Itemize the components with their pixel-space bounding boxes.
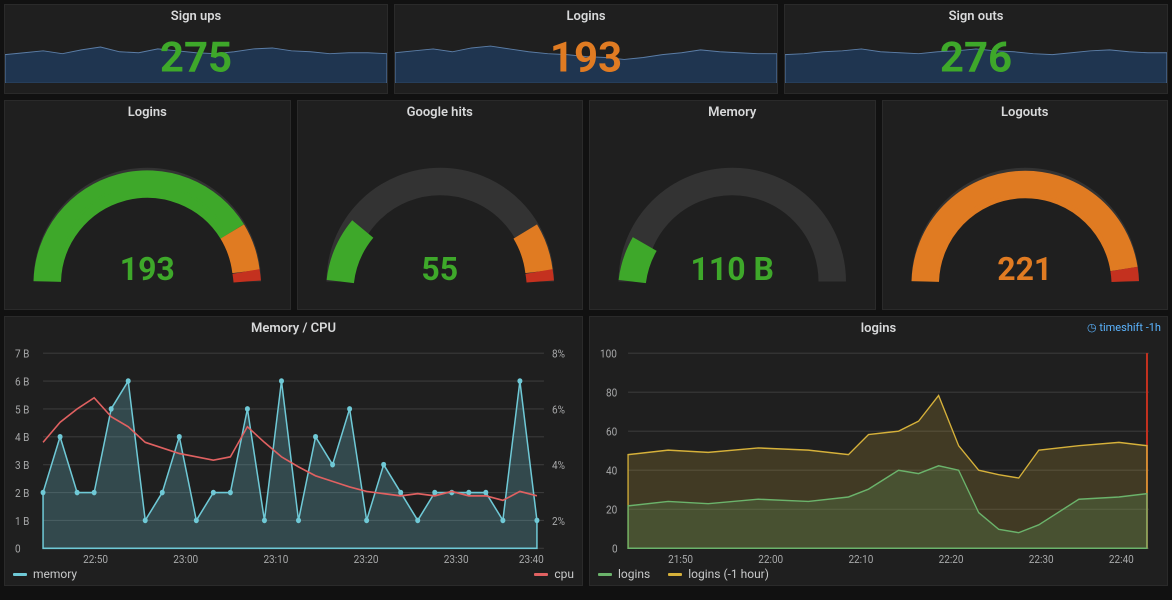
memory-cpu-chart[interactable]: Memory / CPU 7 B 6 B 5 B 4 B 3 B bbox=[4, 316, 583, 586]
stat-value: 276 bbox=[940, 33, 1012, 82]
svg-text:2 B: 2 B bbox=[15, 486, 29, 500]
svg-text:60: 60 bbox=[606, 425, 617, 439]
gauge-memory[interactable]: Memory 110 B bbox=[589, 100, 876, 310]
svg-text:5 B: 5 B bbox=[15, 403, 29, 417]
svg-text:23:00: 23:00 bbox=[173, 552, 198, 565]
svg-text:3 B: 3 B bbox=[15, 459, 29, 473]
legend-swatch bbox=[534, 573, 548, 576]
gauge-value: 110 B bbox=[691, 250, 774, 288]
svg-text:22:30: 22:30 bbox=[1029, 552, 1054, 565]
svg-text:2%: 2% bbox=[552, 514, 565, 528]
gauge-value: 55 bbox=[421, 250, 458, 288]
svg-text:80: 80 bbox=[606, 386, 617, 400]
legend-label: logins (-1 hour) bbox=[688, 567, 769, 581]
logins-chart[interactable]: logins ◷ timeshift -1h 100 80 60 40 20 bbox=[589, 316, 1168, 586]
svg-text:22:00: 22:00 bbox=[758, 552, 783, 565]
svg-text:100: 100 bbox=[600, 347, 617, 361]
svg-text:40: 40 bbox=[606, 464, 617, 478]
svg-text:4%: 4% bbox=[552, 459, 565, 473]
legend-label: cpu bbox=[554, 567, 574, 581]
panel-title: Logouts bbox=[883, 101, 1168, 122]
panel-title: Logins bbox=[5, 101, 290, 122]
panel-title: Memory / CPU bbox=[5, 317, 582, 338]
stat-signouts[interactable]: Sign outs 276 bbox=[784, 4, 1168, 94]
svg-text:21:50: 21:50 bbox=[668, 552, 693, 565]
svg-text:23:20: 23:20 bbox=[354, 552, 379, 565]
legend-item-logins-shift[interactable]: logins (-1 hour) bbox=[668, 567, 769, 581]
gauge-row: Logins 193 Google hits 55 Memory bbox=[4, 100, 1168, 310]
legend-item-memory[interactable]: memory bbox=[13, 567, 77, 581]
svg-text:22:40: 22:40 bbox=[1109, 552, 1134, 565]
panel-title: Google hits bbox=[298, 101, 583, 122]
svg-text:0: 0 bbox=[612, 542, 618, 556]
svg-text:6%: 6% bbox=[552, 403, 565, 417]
legend-swatch bbox=[668, 573, 682, 576]
legend-label: memory bbox=[33, 567, 77, 581]
gauge-logins[interactable]: Logins 193 bbox=[4, 100, 291, 310]
panel-title: Sign outs bbox=[785, 5, 1167, 26]
svg-text:23:10: 23:10 bbox=[263, 552, 288, 565]
timeshift-label: timeshift -1h bbox=[1099, 321, 1161, 334]
svg-text:22:50: 22:50 bbox=[83, 552, 108, 565]
chart-svg: 100 80 60 40 20 0 21:50 22:00 22:10 22:2… bbox=[598, 342, 1159, 565]
legend-item-logins[interactable]: logins bbox=[598, 567, 650, 581]
legend-swatch bbox=[598, 573, 612, 576]
gauge-value: 193 bbox=[120, 250, 175, 288]
svg-text:0: 0 bbox=[15, 542, 21, 556]
panel-title: Logins bbox=[395, 5, 777, 26]
legend-label: logins bbox=[618, 567, 650, 581]
chart-row: Memory / CPU 7 B 6 B 5 B 4 B 3 B bbox=[4, 316, 1168, 586]
panel-title: Sign ups bbox=[5, 5, 387, 26]
stat-value: 275 bbox=[160, 33, 232, 82]
timeshift-badge: ◷ timeshift -1h bbox=[1087, 321, 1161, 334]
gauge-google-hits[interactable]: Google hits 55 bbox=[297, 100, 584, 310]
legend-swatch bbox=[13, 573, 27, 576]
svg-text:1 B: 1 B bbox=[15, 514, 29, 528]
svg-text:8%: 8% bbox=[552, 347, 565, 361]
svg-text:20: 20 bbox=[606, 503, 617, 517]
panel-title: logins bbox=[590, 317, 1167, 338]
stat-value: 193 bbox=[550, 33, 622, 82]
panel-title: Memory bbox=[590, 101, 875, 122]
svg-text:23:30: 23:30 bbox=[444, 552, 469, 565]
svg-text:4 B: 4 B bbox=[15, 431, 29, 445]
svg-text:7 B: 7 B bbox=[15, 347, 29, 361]
svg-text:22:10: 22:10 bbox=[848, 552, 873, 565]
clock-icon: ◷ bbox=[1087, 321, 1097, 334]
legend-item-cpu[interactable]: cpu bbox=[534, 567, 574, 581]
svg-text:23:40: 23:40 bbox=[519, 552, 544, 565]
stat-row: Sign ups 275 Logins 193 Sign outs 276 bbox=[4, 4, 1168, 94]
svg-text:6 B: 6 B bbox=[15, 375, 29, 389]
stat-signups[interactable]: Sign ups 275 bbox=[4, 4, 388, 94]
svg-text:22:20: 22:20 bbox=[939, 552, 964, 565]
chart-svg: 7 B 6 B 5 B 4 B 3 B 2 B 1 B 0 8% 6% 4% 2… bbox=[13, 342, 574, 565]
stat-logins[interactable]: Logins 193 bbox=[394, 4, 778, 94]
gauge-logouts[interactable]: Logouts 221 bbox=[882, 100, 1169, 310]
gauge-value: 221 bbox=[997, 250, 1052, 288]
